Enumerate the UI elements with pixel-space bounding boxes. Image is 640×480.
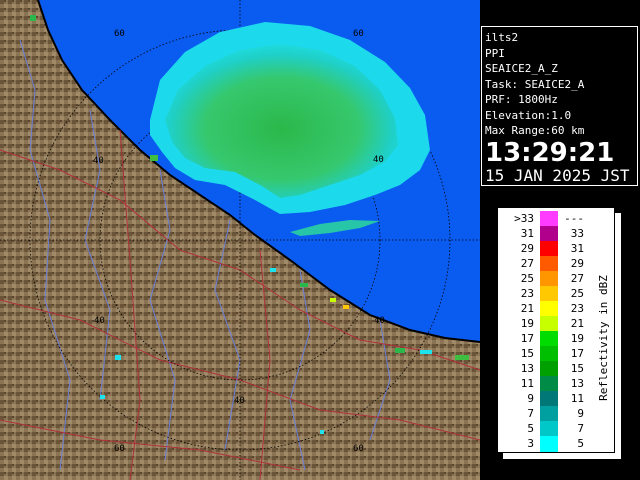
ring-label: 40 xyxy=(93,156,104,166)
legend-swatch xyxy=(540,346,558,362)
legend-row: 35 xyxy=(498,436,616,452)
legend-upper-label: 25 xyxy=(570,287,584,300)
info-panel: ilts2 PPI SEAICE2_A_Z Task: SEAICE2_A PR… xyxy=(481,26,638,186)
legend-swatch xyxy=(540,211,558,227)
legend-upper-label: 15 xyxy=(570,362,584,375)
legend-upper-label: 5 xyxy=(577,437,584,450)
site-name: ilts2 xyxy=(485,31,519,44)
legend-lower-label: 9 xyxy=(527,392,534,405)
legend-title: Reflectivity in dBZ xyxy=(597,275,610,401)
legend-lower-label: 3 xyxy=(527,437,534,450)
scan-date: 15 JAN 2025 JST xyxy=(485,165,630,185)
legend-upper-label: 19 xyxy=(570,332,584,345)
legend-upper-label: 33 xyxy=(570,227,584,240)
scan-time: 13:29:21 xyxy=(485,137,615,168)
legend-container: >33 --- 31 33 29 31 27 29 25 27 23 25 21 23 19 21 17 19 15… xyxy=(497,207,622,460)
ring-label: 60 xyxy=(353,29,364,39)
legend-swatch xyxy=(540,241,558,257)
legend-swatch xyxy=(540,256,558,272)
legend-upper-label: 13 xyxy=(570,377,584,390)
legend-title-text: Reflectivity in dBZ xyxy=(597,275,610,401)
max-range-value: Max Range:60 km xyxy=(485,124,585,137)
legend-lower-label: 23 xyxy=(520,287,534,300)
reflectivity-legend: >33 --- 31 33 29 31 27 29 25 27 23 25 21 23 19 21 17 19 15… xyxy=(497,207,615,453)
legend-swatch xyxy=(540,436,558,452)
ring-label: 40 xyxy=(374,316,385,326)
legend-swatch xyxy=(540,406,558,422)
task-product: SEAICE2_A_Z xyxy=(485,62,558,75)
legend-lower-label: 21 xyxy=(520,302,534,315)
legend-upper-label: 29 xyxy=(570,257,584,270)
legend-lower-label: >33 xyxy=(514,212,534,225)
legend-swatch xyxy=(540,226,558,242)
legend-swatch xyxy=(540,361,558,377)
legend-row: >33 --- xyxy=(498,211,616,227)
legend-swatch xyxy=(540,376,558,392)
legend-lower-label: 7 xyxy=(527,407,534,420)
legend-swatch xyxy=(540,391,558,407)
legend-lower-label: 25 xyxy=(520,272,534,285)
legend-swatch xyxy=(540,286,558,302)
legend-lower-label: 17 xyxy=(520,332,534,345)
ring-label: 60 xyxy=(353,444,364,454)
legend-lower-label: 11 xyxy=(520,377,534,390)
legend-lower-label: 19 xyxy=(520,317,534,330)
product-name: PPI xyxy=(485,46,505,60)
legend-row: 31 33 xyxy=(498,226,616,242)
legend-lower-label: 27 xyxy=(520,257,534,270)
ring-label: 60 xyxy=(114,444,125,454)
legend-lower-label: 15 xyxy=(520,347,534,360)
legend-upper-label: 23 xyxy=(570,302,584,315)
legend-upper-label: 21 xyxy=(570,317,584,330)
legend-lower-label: 5 xyxy=(527,422,534,435)
legend-upper-label: 31 xyxy=(570,242,584,255)
legend-lower-label: 13 xyxy=(520,362,534,375)
legend-upper-label: 9 xyxy=(577,407,584,420)
legend-upper-label: --- xyxy=(564,212,584,225)
legend-upper-label: 27 xyxy=(570,272,584,285)
legend-upper-label: 7 xyxy=(577,422,584,435)
ring-label: 40 xyxy=(234,396,245,406)
ring-label: 40 xyxy=(94,316,105,326)
legend-swatch xyxy=(540,421,558,437)
legend-lower-label: 31 xyxy=(520,227,534,240)
prf-value: PRF: 1800Hz xyxy=(485,93,558,106)
legend-upper-label: 11 xyxy=(570,392,584,405)
legend-swatch xyxy=(540,301,558,317)
elevation-value: Elevation:1.0 xyxy=(485,108,572,122)
legend-upper-label: 17 xyxy=(570,347,584,360)
legend-swatch xyxy=(540,316,558,332)
ring-label: 60 xyxy=(114,29,125,39)
radar-map[interactable]: 40 40 40 40 40 60 60 60 60 xyxy=(0,0,480,480)
legend-swatch xyxy=(540,331,558,347)
task-name: Task: SEAICE2_A xyxy=(485,77,585,91)
legend-swatch xyxy=(540,271,558,287)
ring-label: 40 xyxy=(373,155,384,165)
legend-lower-label: 29 xyxy=(520,242,534,255)
